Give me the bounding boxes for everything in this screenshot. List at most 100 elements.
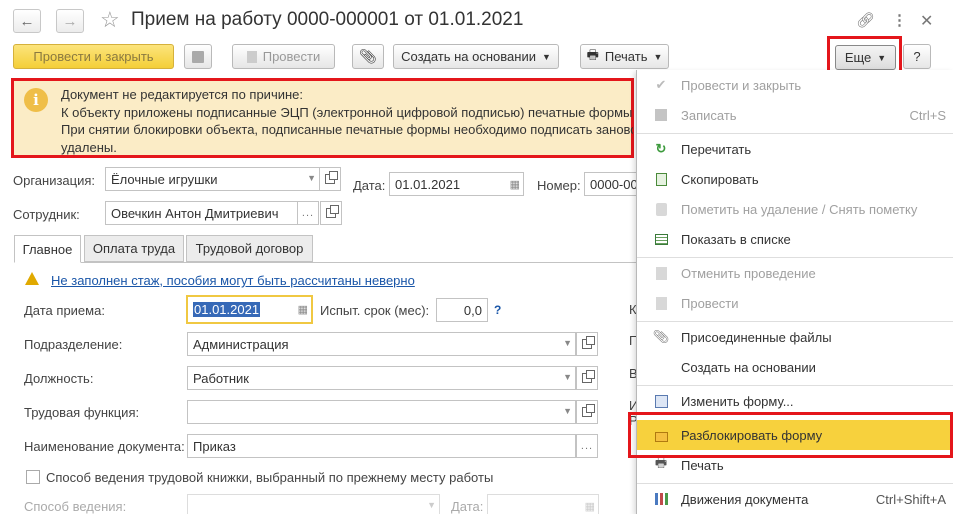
calendar-icon: ▦: [509, 179, 520, 191]
post-close-icon: ✔: [655, 77, 667, 92]
printer-icon: 🖶: [654, 455, 668, 470]
save-button[interactable]: [184, 44, 212, 69]
menu-item-unpost[interactable]: Отменить проведение: [637, 258, 953, 288]
date2-field[interactable]: ▦: [487, 494, 599, 514]
menu-item-save[interactable]: Записать Ctrl+S: [637, 100, 953, 130]
probation-help-link[interactable]: ?: [494, 303, 501, 317]
open-icon: [326, 205, 339, 218]
more-vertical-icon[interactable]: ⋮: [892, 11, 907, 29]
create-based-button[interactable]: Создать на основании ▼: [393, 44, 559, 69]
method-label: Способ ведения:: [24, 499, 127, 514]
tab-payment[interactable]: Оплата труда: [84, 235, 184, 262]
labor-function-label: Трудовая функция:: [24, 405, 140, 420]
probation-field[interactable]: 0,0: [436, 298, 488, 322]
date-label: Дата:: [353, 178, 386, 193]
back-button[interactable]: ←: [13, 9, 41, 33]
arrow-right-icon: →: [62, 12, 78, 30]
printer-icon: 🖶: [586, 46, 599, 62]
print-button[interactable]: 🖶 Печать ▼: [580, 44, 669, 69]
post-icon: [653, 295, 669, 311]
division-label: Подразделение:: [24, 337, 123, 352]
open-icon: [582, 404, 595, 417]
list-icon: [653, 231, 669, 247]
forward-button[interactable]: →: [56, 9, 84, 33]
organization-field[interactable]: Ёлочные игрушки ▼: [105, 167, 320, 191]
post-doc-icon: [246, 50, 257, 63]
menu-item-copy[interactable]: Скопировать: [637, 164, 953, 194]
more-button-highlight-frame: [827, 36, 902, 74]
calendar-icon: ▦: [584, 501, 595, 513]
menu-item-post-close[interactable]: ✔ Провести и закрыть: [637, 70, 953, 100]
warning-text: Документ не редактируется по причине: К …: [61, 87, 633, 155]
post-and-close-button[interactable]: Провести и закрыть: [13, 44, 174, 69]
chevron-down-icon: ▼: [653, 51, 663, 62]
delete-mark-icon: [653, 201, 669, 217]
info-icon: i: [24, 88, 48, 112]
position-open-button[interactable]: [576, 366, 598, 390]
number-field[interactable]: 0000-00: [584, 172, 636, 196]
save-icon: [653, 107, 669, 123]
menu-item-post[interactable]: Провести: [637, 288, 953, 318]
menu-item-reread[interactable]: ↻ Перечитать: [637, 134, 953, 164]
menu-item-show-in-list[interactable]: Показать в списке: [637, 224, 953, 254]
workbook-method-checkbox-label: Способ ведения трудовой книжки, выбранны…: [46, 470, 494, 485]
number-label: Номер:: [537, 178, 581, 193]
arrow-left-icon: ←: [19, 12, 35, 30]
method-field[interactable]: ▼: [187, 494, 440, 514]
dropdown-arrow-icon: ▼: [563, 372, 572, 382]
tab-main[interactable]: Главное: [14, 235, 81, 263]
attach-button[interactable]: 📎︎: [352, 44, 384, 69]
experience-warning-link[interactable]: Не заполнен стаж, пособия могут быть рас…: [51, 273, 415, 288]
tab-labor-contract[interactable]: Трудовой договор: [186, 235, 313, 262]
ellipsis-icon: ...: [580, 440, 594, 452]
ellipsis-icon: ...: [301, 207, 315, 219]
employee-select-button[interactable]: ...: [297, 201, 319, 225]
link-icon[interactable]: 🔗︎: [856, 11, 875, 29]
unpost-icon: [653, 265, 669, 281]
warning-banner: i Документ не редактируется по причине: …: [11, 78, 634, 158]
labor-function-field[interactable]: ▼: [187, 400, 576, 424]
tab-strip-line: [14, 262, 636, 263]
copy-icon: [653, 171, 669, 187]
document-name-select-button[interactable]: ...: [576, 434, 598, 458]
floppy-icon: [192, 50, 204, 63]
date-field[interactable]: 01.01.2021 ▦: [389, 172, 524, 196]
paperclip-icon: 📎︎: [359, 48, 377, 64]
menu-item-mark-delete[interactable]: Пометить на удаление / Снять пометку: [637, 194, 953, 224]
close-icon[interactable]: ✕: [920, 11, 933, 31]
document-name-label: Наименование документа:: [24, 439, 185, 454]
movements-icon: [653, 491, 669, 507]
division-field[interactable]: Администрация ▼: [187, 332, 576, 356]
organization-open-button[interactable]: [319, 167, 341, 191]
dropdown-arrow-icon: ▼: [307, 173, 316, 183]
workbook-method-checkbox[interactable]: [26, 470, 40, 484]
calendar-icon: ▦: [297, 304, 308, 316]
division-open-button[interactable]: [576, 332, 598, 356]
open-icon: [582, 370, 595, 383]
document-name-field[interactable]: Приказ: [187, 434, 576, 458]
page-title: Прием на работу 0000-000001 от 01.01.202…: [131, 9, 524, 30]
open-icon: [325, 171, 338, 184]
menu-item-attached-files[interactable]: 📎︎ Присоединенные файлы: [637, 322, 953, 352]
menu-item-create-based[interactable]: Создать на основании: [637, 352, 953, 382]
dropdown-arrow-icon: ▼: [563, 338, 572, 348]
help-button[interactable]: ?: [903, 44, 931, 69]
labor-function-open-button[interactable]: [576, 400, 598, 424]
post-button[interactable]: Провести: [232, 44, 335, 69]
employee-open-button[interactable]: [320, 201, 342, 225]
star-icon[interactable]: ☆: [100, 7, 120, 33]
dropdown-arrow-icon: ▼: [427, 500, 436, 510]
chevron-down-icon: ▼: [541, 51, 551, 62]
employee-label: Сотрудник:: [13, 207, 80, 222]
menu-item-document-movements[interactable]: Движения документа Ctrl+Shift+A: [637, 484, 953, 514]
employee-field[interactable]: Овечкин Антон Дмитриевич: [105, 201, 298, 225]
paperclip-icon: 📎︎: [652, 329, 670, 344]
probation-label: Испыт. срок (мес):: [320, 303, 430, 318]
warning-small-icon: [25, 272, 39, 285]
form-settings-icon: [653, 393, 669, 409]
date2-label: Дата:: [451, 499, 484, 514]
position-field[interactable]: Работник ▼: [187, 366, 576, 390]
hire-date-field[interactable]: 01.01.2021 ▦: [186, 295, 313, 324]
dropdown-arrow-icon: ▼: [563, 406, 572, 416]
refresh-icon: ↻: [655, 141, 667, 156]
